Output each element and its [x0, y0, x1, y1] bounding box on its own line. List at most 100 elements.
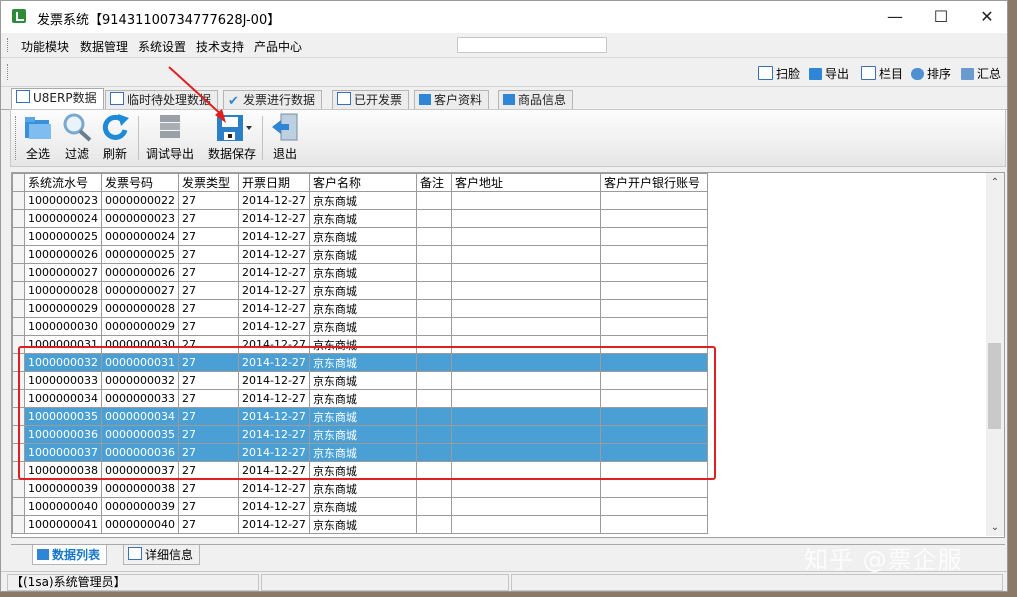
cell-issue-date[interactable]: 2014-12-27	[238, 515, 310, 534]
cell-remark[interactable]	[415, 515, 452, 534]
tab-product-info[interactable]: 商品信息	[498, 90, 574, 109]
row-indicator[interactable]	[12, 479, 25, 498]
cell-customer-name[interactable]: 京东商城	[308, 497, 417, 516]
col-header-customer-address[interactable]: 客户地址	[450, 173, 601, 192]
cell-invoice-no[interactable]: 0000000024	[101, 227, 179, 246]
cell-serial[interactable]: 1000000025	[24, 227, 102, 246]
cell-customer-name[interactable]: 京东商城	[308, 245, 417, 264]
cell-issue-date[interactable]: 2014-12-27	[238, 479, 310, 498]
cell-issue-date[interactable]: 2014-12-27	[238, 227, 310, 246]
row-indicator[interactable]	[12, 317, 25, 336]
cell-customer-address[interactable]	[450, 299, 601, 318]
cell-invoice-type[interactable]: 27	[178, 191, 239, 210]
table-row[interactable]: 1000000024 0000000023 27 2014-12-27 京东商城	[12, 209, 708, 228]
cell-customer-address[interactable]	[450, 317, 601, 336]
cell-serial[interactable]: 1000000028	[24, 281, 102, 300]
table-row[interactable]: 1000000039 0000000038 27 2014-12-27 京东商城	[12, 479, 708, 498]
row-indicator[interactable]	[12, 515, 25, 534]
cell-invoice-type[interactable]: 27	[178, 263, 239, 282]
cell-invoice-type[interactable]: 27	[178, 209, 239, 228]
cell-customer-address[interactable]	[450, 281, 601, 300]
table-row[interactable]: 1000000023 0000000022 27 2014-12-27 京东商城	[12, 191, 708, 210]
col-header-remark[interactable]: 备注	[415, 173, 452, 192]
cell-issue-date[interactable]: 2014-12-27	[238, 497, 310, 516]
cell-bank-account[interactable]	[599, 209, 708, 228]
row-indicator[interactable]	[12, 299, 25, 318]
cell-customer-name[interactable]: 京东商城	[308, 209, 417, 228]
cell-remark[interactable]	[415, 245, 452, 264]
cell-bank-account[interactable]	[599, 263, 708, 282]
cell-serial[interactable]: 1000000024	[24, 209, 102, 228]
cell-serial[interactable]: 1000000029	[24, 299, 102, 318]
refresh-button[interactable]: 刷新	[99, 112, 131, 164]
cell-remark[interactable]	[415, 479, 452, 498]
minimize-button[interactable]: —	[872, 1, 918, 33]
tab-u8erp-data[interactable]: U8ERP数据	[11, 88, 104, 110]
cell-serial[interactable]: 1000000030	[24, 317, 102, 336]
cell-invoice-no[interactable]: 0000000023	[101, 209, 179, 228]
cell-invoice-type[interactable]: 27	[178, 317, 239, 336]
cell-customer-name[interactable]: 京东商城	[308, 227, 417, 246]
cell-bank-account[interactable]	[599, 515, 708, 534]
cell-serial[interactable]: 1000000027	[24, 263, 102, 282]
scan-face-button[interactable]: 扫脸	[758, 65, 800, 82]
cell-customer-address[interactable]	[450, 497, 601, 516]
table-row[interactable]: 1000000030 0000000029 27 2014-12-27 京东商城	[12, 317, 708, 336]
cell-invoice-type[interactable]: 27	[178, 227, 239, 246]
cell-issue-date[interactable]: 2014-12-27	[238, 191, 310, 210]
menu-data-management[interactable]: 数据管理	[80, 38, 128, 55]
cell-remark[interactable]	[415, 209, 452, 228]
export-button[interactable]: 导出	[809, 65, 849, 82]
menu-product-center[interactable]: 产品中心	[254, 38, 302, 55]
col-header-invoice-no[interactable]: 发票号码	[101, 173, 179, 192]
select-all-button[interactable]: 全选	[23, 112, 53, 164]
cell-serial[interactable]: 1000000041	[24, 515, 102, 534]
cell-remark[interactable]	[415, 281, 452, 300]
menu-system-settings[interactable]: 系统设置	[138, 38, 186, 55]
table-row[interactable]: 1000000028 0000000027 27 2014-12-27 京东商城	[12, 281, 708, 300]
cell-invoice-no[interactable]: 0000000027	[101, 281, 179, 300]
cell-bank-account[interactable]	[599, 497, 708, 516]
cell-issue-date[interactable]: 2014-12-27	[238, 317, 310, 336]
cell-remark[interactable]	[415, 263, 452, 282]
cell-customer-address[interactable]	[450, 479, 601, 498]
row-indicator[interactable]	[12, 227, 25, 246]
row-indicator[interactable]	[12, 245, 25, 264]
cell-remark[interactable]	[415, 227, 452, 246]
cell-issue-date[interactable]: 2014-12-27	[238, 245, 310, 264]
table-row[interactable]: 1000000027 0000000026 27 2014-12-27 京东商城	[12, 263, 708, 282]
columns-button[interactable]: 栏目	[861, 65, 903, 82]
menu-function-modules[interactable]: 功能模块	[21, 38, 69, 55]
cell-bank-account[interactable]	[599, 281, 708, 300]
row-indicator[interactable]	[12, 497, 25, 516]
row-indicator[interactable]	[12, 281, 25, 300]
table-row[interactable]: 1000000029 0000000028 27 2014-12-27 京东商城	[12, 299, 708, 318]
ribbon-grip[interactable]	[15, 116, 18, 160]
cell-invoice-type[interactable]: 27	[178, 281, 239, 300]
cell-invoice-type[interactable]: 27	[178, 479, 239, 498]
table-row[interactable]: 1000000040 0000000039 27 2014-12-27 京东商城	[12, 497, 708, 516]
row-indicator[interactable]	[12, 191, 25, 210]
close-button[interactable]: ✕	[964, 1, 1007, 33]
summary-button[interactable]: 汇总	[961, 65, 1001, 82]
cell-remark[interactable]	[415, 191, 452, 210]
menu-grip[interactable]	[7, 38, 10, 52]
cell-customer-name[interactable]: 京东商城	[308, 263, 417, 282]
exit-button[interactable]: 退出	[269, 112, 301, 164]
cell-customer-address[interactable]	[450, 209, 601, 228]
cell-customer-name[interactable]: 京东商城	[308, 299, 417, 318]
table-row[interactable]: 1000000041 0000000040 27 2014-12-27 京东商城	[12, 515, 708, 534]
cell-customer-name[interactable]: 京东商城	[308, 515, 417, 534]
cell-customer-name[interactable]: 京东商城	[308, 317, 417, 336]
cell-customer-address[interactable]	[450, 245, 601, 264]
col-header-customer-name[interactable]: 客户名称	[308, 173, 417, 192]
cell-bank-account[interactable]	[599, 317, 708, 336]
toolbar-grip[interactable]	[7, 64, 10, 80]
cell-bank-account[interactable]	[599, 299, 708, 318]
filter-button[interactable]: 过滤	[61, 112, 93, 164]
sort-button[interactable]: 排序	[911, 65, 951, 82]
cell-serial[interactable]: 1000000023	[24, 191, 102, 210]
menu-search-input[interactable]	[457, 37, 607, 53]
tab-customer-info[interactable]: 客户资料	[414, 90, 490, 109]
cell-remark[interactable]	[415, 497, 452, 516]
